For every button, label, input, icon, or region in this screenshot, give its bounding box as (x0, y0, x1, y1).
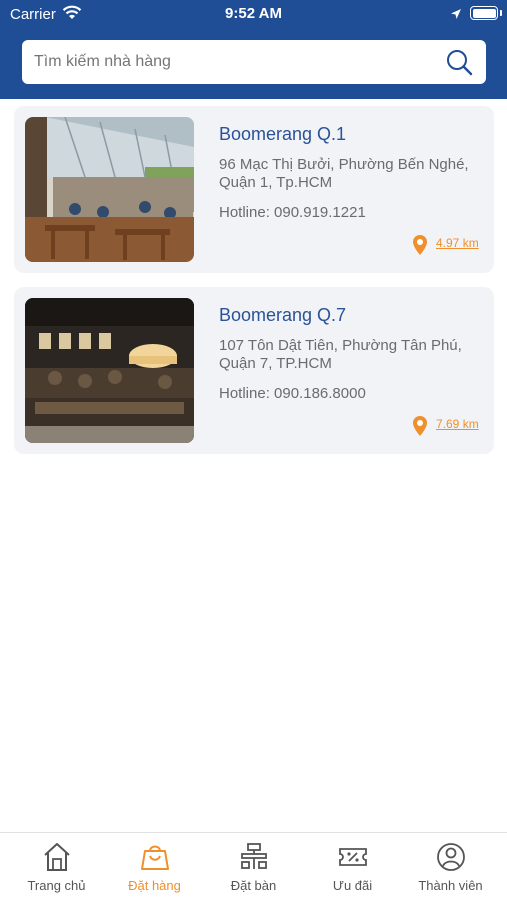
shopping-bag-icon (141, 845, 169, 870)
tab-label: Đặt hàng (128, 878, 181, 893)
tab-home[interactable]: Trang chủ (6, 833, 107, 901)
tab-member[interactable]: Thành viên (400, 833, 501, 901)
coupon-icon (339, 848, 367, 866)
user-icon (437, 843, 465, 871)
tab-reserve[interactable]: Đặt bàn (203, 833, 304, 901)
search-bar[interactable] (22, 40, 486, 84)
tab-offers[interactable]: Ưu đãi (302, 833, 403, 901)
header: Carrier 9:52 AM (0, 0, 507, 99)
clock: 9:52 AM (225, 5, 282, 22)
battery-tip (500, 10, 502, 16)
restaurant-name: Boomerang Q.7 (219, 305, 347, 325)
table-icon (241, 843, 267, 869)
restaurant-photo (25, 117, 194, 262)
restaurant-photo (25, 298, 194, 443)
location-arrow-icon (450, 7, 462, 25)
restaurant-hotline[interactable]: Hotline: 090.919.1221 (219, 204, 366, 221)
restaurant-address: 96 Mạc Thị Bưởi, Phường Bến Nghé, Quận 1… (219, 156, 469, 191)
battery-icon (470, 6, 498, 20)
search-input[interactable] (34, 40, 434, 84)
distance-link[interactable]: 7.69 km (436, 417, 479, 431)
tab-order[interactable]: Đặt hàng (104, 833, 205, 901)
map-pin-icon (412, 234, 428, 261)
restaurant-address: 107 Tôn Dật Tiên, Phường Tân Phú, Quận 7… (219, 337, 462, 372)
restaurant-hotline[interactable]: Hotline: 090.186.8000 (219, 385, 366, 402)
tab-label: Đặt bàn (230, 878, 277, 893)
restaurant-card[interactable]: Boomerang Q.7 107 Tôn Dật Tiên, Phường T… (14, 287, 494, 454)
map-pin-icon (412, 415, 428, 442)
restaurant-card[interactable]: Boomerang Q.1 96 Mạc Thị Bưởi, Phường Bế… (14, 106, 494, 273)
tab-bar: Trang chủ Đặt hàng Đặt bàn Ưu đãi Thành … (0, 832, 507, 900)
tab-label: Trang chủ (27, 878, 86, 893)
tab-label: Ưu đãi (332, 878, 373, 893)
home-icon (44, 843, 70, 871)
search-icon[interactable] (446, 49, 474, 82)
distance-link[interactable]: 4.97 km (436, 236, 479, 250)
tab-label: Thành viên (418, 878, 483, 893)
status-bar: Carrier 9:52 AM (0, 0, 507, 28)
restaurant-name: Boomerang Q.1 (219, 124, 347, 144)
